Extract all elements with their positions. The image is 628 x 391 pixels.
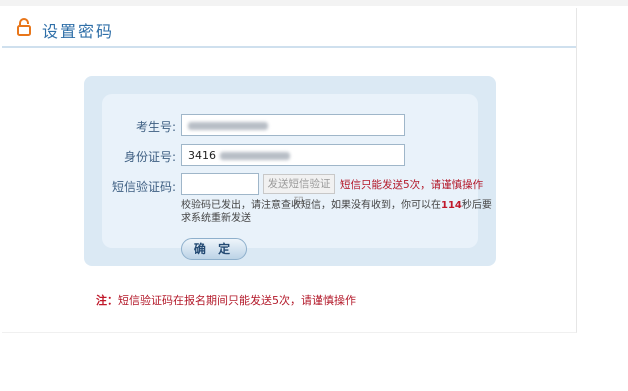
exam-id-label: 考生号: [135,120,176,134]
form-panel [84,76,496,266]
sms-code-label: 短信验证码: [111,180,176,194]
title-bar: 设置密码 [2,8,576,48]
id-card-value: 3416 [188,149,216,162]
id-card-input[interactable]: 3416 [181,144,405,166]
id-card-label: 身份证号: [123,150,176,164]
note-text: 短信验证码在报名期间只能发送5次，请谨慎操作 [118,294,356,307]
countdown-number: 114 [441,200,462,211]
redacted-value [188,122,268,130]
sms-limit-warning: 短信只能发送5次，请谨慎操作 [340,179,484,191]
send-sms-button[interactable]: 发送短信验证码 [263,174,335,208]
redacted-value [220,152,290,160]
footer-note: 注：短信验证码在报名期间只能发送5次，请谨慎操作 [96,292,356,308]
resend-hint: 校验码已发出，请注意查收短信，如果没有收到，你可以在114秒后要求系统重新发送 [181,199,496,225]
exam-id-input[interactable] [181,114,405,136]
sms-code-input[interactable] [181,173,259,195]
top-strip [0,0,628,6]
lock-icon [16,18,32,36]
hint-prefix: 校验码已发出，请注意查收短信，如果没有收到，你可以在 [181,200,441,211]
note-label: 注： [96,294,118,307]
confirm-button[interactable]: 确 定 [181,238,247,260]
page-title: 设置密码 [42,22,115,41]
